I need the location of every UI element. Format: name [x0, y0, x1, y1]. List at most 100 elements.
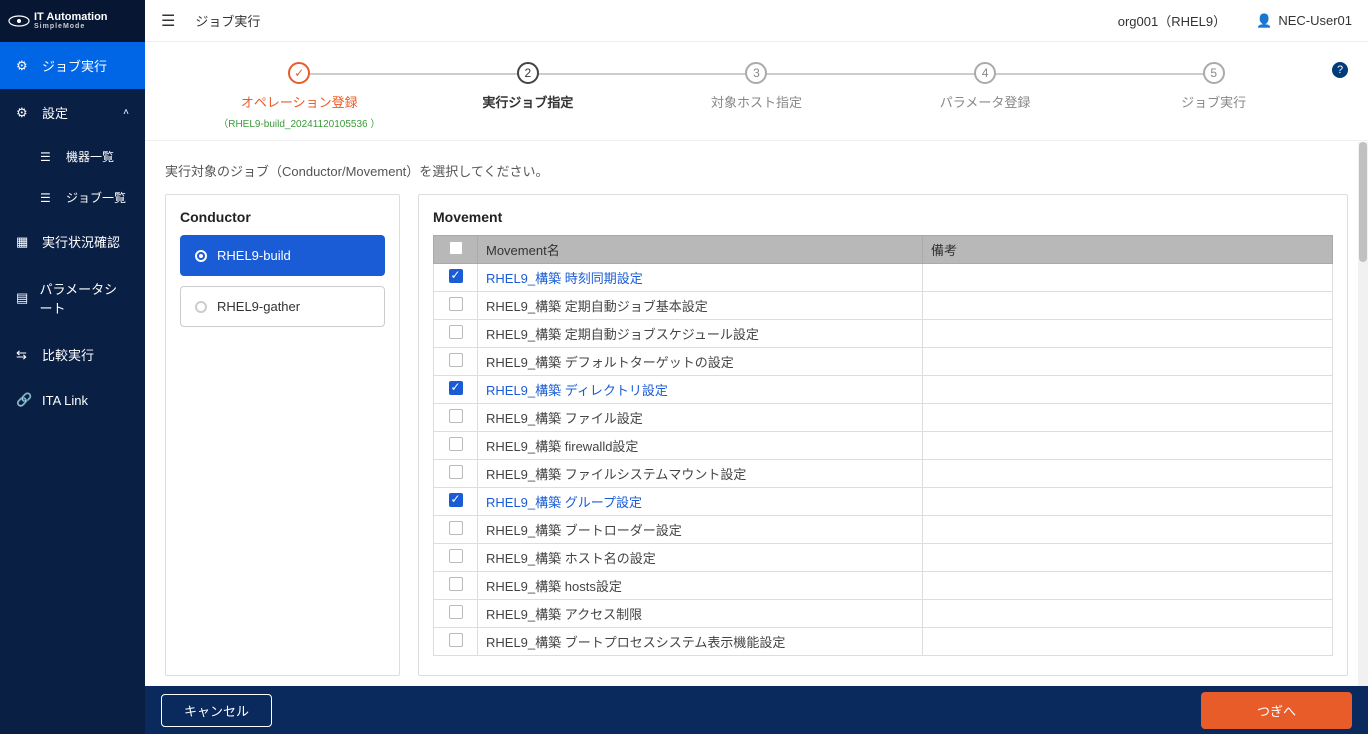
- logo-main: IT Automation: [34, 12, 108, 23]
- row-checkbox[interactable]: [449, 521, 463, 535]
- movement-name[interactable]: RHEL9_構築 hosts設定: [486, 579, 622, 594]
- sidebar-item-label: パラメータシート: [40, 279, 129, 317]
- table-row: RHEL9_構築 アクセス制限: [434, 600, 1333, 628]
- sidebar-item-label: ジョブ実行: [42, 56, 107, 75]
- table-row: RHEL9_構築 グループ設定: [434, 488, 1333, 516]
- sidebar-item-label: 設定: [42, 103, 68, 122]
- chevron-up-icon: ˄: [123, 107, 129, 118]
- sidebar-item-param-sheet[interactable]: ▤ パラメータシート: [0, 265, 145, 331]
- remarks-cell: [923, 572, 1333, 600]
- row-checkbox[interactable]: [449, 381, 463, 395]
- remarks-cell: [923, 320, 1333, 348]
- sidebar-item-jobs[interactable]: ☰ ジョブ一覧: [32, 177, 145, 218]
- row-checkbox[interactable]: [449, 353, 463, 367]
- step-label: 対象ホスト指定: [642, 92, 871, 111]
- movement-name[interactable]: RHEL9_構築 ディレクトリ設定: [486, 383, 668, 398]
- movement-name[interactable]: RHEL9_構築 ファイル設定: [486, 411, 643, 426]
- list-icon: ☰: [40, 191, 58, 205]
- remarks-cell: [923, 376, 1333, 404]
- step-5: 5 ジョブ実行: [1099, 62, 1328, 111]
- row-checkbox[interactable]: [449, 633, 463, 647]
- sidebar-item-status[interactable]: ▦ 実行状況確認: [0, 218, 145, 265]
- step-2: 2 実行ジョブ指定: [414, 62, 643, 111]
- sidebar-item-compare[interactable]: ⇆ 比較実行: [0, 331, 145, 378]
- remarks-cell: [923, 292, 1333, 320]
- remarks-cell: [923, 264, 1333, 292]
- row-checkbox[interactable]: [449, 437, 463, 451]
- hamburger-icon[interactable]: ☰: [161, 11, 175, 31]
- sidebar: IT Automation SimpleMode ⚙ ジョブ実行 ⚙ 設定 ˄ …: [0, 0, 145, 734]
- document-icon: ▤: [16, 290, 32, 306]
- movement-name[interactable]: RHEL9_構築 グループ設定: [486, 495, 642, 510]
- movement-name[interactable]: RHEL9_構築 ブートプロセスシステム表示機能設定: [486, 635, 785, 650]
- remarks-cell: [923, 600, 1333, 628]
- remarks-cell: [923, 544, 1333, 572]
- remarks-cell: [923, 488, 1333, 516]
- remarks-cell: [923, 432, 1333, 460]
- movement-name[interactable]: RHEL9_構築 定期自動ジョブスケジュール設定: [486, 327, 759, 342]
- movement-name[interactable]: RHEL9_構築 定期自動ジョブ基本設定: [486, 299, 708, 314]
- movement-name[interactable]: RHEL9_構築 デフォルトターゲットの設定: [486, 355, 734, 370]
- movement-title: Movement: [433, 209, 1333, 225]
- table-row: RHEL9_構築 ホスト名の設定: [434, 544, 1333, 572]
- movement-name[interactable]: RHEL9_構築 時刻同期設定: [486, 271, 643, 286]
- next-button[interactable]: つぎへ: [1201, 692, 1352, 729]
- movement-table: Movement名 備考 RHEL9_構築 時刻同期設定 RHEL9_構築 定期…: [433, 235, 1333, 656]
- movement-name[interactable]: RHEL9_構築 ブートローダー設定: [486, 523, 682, 538]
- row-checkbox[interactable]: [449, 577, 463, 591]
- row-checkbox[interactable]: [449, 465, 463, 479]
- row-checkbox[interactable]: [449, 325, 463, 339]
- row-checkbox[interactable]: [449, 409, 463, 423]
- table-row: RHEL9_構築 ファイル設定: [434, 404, 1333, 432]
- logo: IT Automation SimpleMode: [0, 0, 145, 42]
- sidebar-item-label: 機器一覧: [66, 148, 114, 165]
- row-checkbox[interactable]: [449, 493, 463, 507]
- step-circle: ✓: [288, 62, 310, 84]
- row-checkbox[interactable]: [449, 549, 463, 563]
- sidebar-item-devices[interactable]: ☰ 機器一覧: [32, 136, 145, 177]
- logo-icon: [8, 13, 30, 29]
- user-menu[interactable]: 👤 NEC-User01: [1256, 13, 1352, 29]
- sidebar-item-label: 比較実行: [42, 345, 94, 364]
- row-checkbox[interactable]: [449, 269, 463, 283]
- col-remarks: 備考: [923, 236, 1333, 264]
- grid-icon: ▦: [16, 234, 34, 250]
- row-checkbox[interactable]: [449, 297, 463, 311]
- sidebar-item-label: 実行状況確認: [42, 232, 120, 251]
- instruction-text: 実行対象のジョブ（Conductor/Movement）を選択してください。: [165, 161, 1348, 180]
- table-row: RHEL9_構築 時刻同期設定: [434, 264, 1333, 292]
- cancel-button[interactable]: キャンセル: [161, 694, 272, 727]
- help-icon[interactable]: ?: [1332, 62, 1348, 78]
- movement-name[interactable]: RHEL9_構築 firewalld設定: [486, 439, 638, 454]
- step-circle: 5: [1203, 62, 1225, 84]
- step-indicator: ✓ オペレーション登録 （RHEL9-build_20241120105536 …: [185, 62, 1328, 130]
- sidebar-item-ita-link[interactable]: 🔗 ITA Link: [0, 378, 145, 422]
- row-checkbox[interactable]: [449, 605, 463, 619]
- link-icon: 🔗: [16, 392, 34, 408]
- conductor-item[interactable]: RHEL9-build: [180, 235, 385, 276]
- org-label: org001（RHEL9）: [1118, 11, 1226, 30]
- select-all-checkbox[interactable]: [449, 241, 463, 255]
- conductor-title: Conductor: [180, 209, 385, 225]
- scrollbar-thumb[interactable]: [1359, 142, 1367, 262]
- movement-name[interactable]: RHEL9_構築 ファイルシステムマウント設定: [486, 467, 746, 482]
- radio-icon: [195, 301, 207, 313]
- scrollbar[interactable]: [1358, 142, 1368, 686]
- remarks-cell: [923, 516, 1333, 544]
- remarks-cell: [923, 348, 1333, 376]
- step-label: オペレーション登録: [185, 92, 414, 111]
- remarks-cell: [923, 404, 1333, 432]
- sidebar-item-label: ジョブ一覧: [66, 189, 126, 206]
- movement-name[interactable]: RHEL9_構築 ホスト名の設定: [486, 551, 656, 566]
- step-1: ✓ オペレーション登録 （RHEL9-build_20241120105536 …: [185, 62, 414, 130]
- step-circle: 2: [517, 62, 539, 84]
- sidebar-item-settings[interactable]: ⚙ 設定 ˄: [0, 89, 145, 136]
- gear-icon: ⚙: [16, 58, 34, 74]
- conductor-item[interactable]: RHEL9-gather: [180, 286, 385, 327]
- movement-name[interactable]: RHEL9_構築 アクセス制限: [486, 607, 642, 622]
- gear-icon: ⚙: [16, 105, 34, 121]
- user-name: NEC-User01: [1278, 13, 1352, 28]
- movement-panel: Movement Movement名 備考 RHEL9_構築 時刻同期設定 RH…: [418, 194, 1348, 676]
- table-row: RHEL9_構築 定期自動ジョブスケジュール設定: [434, 320, 1333, 348]
- sidebar-item-job-exec[interactable]: ⚙ ジョブ実行: [0, 42, 145, 89]
